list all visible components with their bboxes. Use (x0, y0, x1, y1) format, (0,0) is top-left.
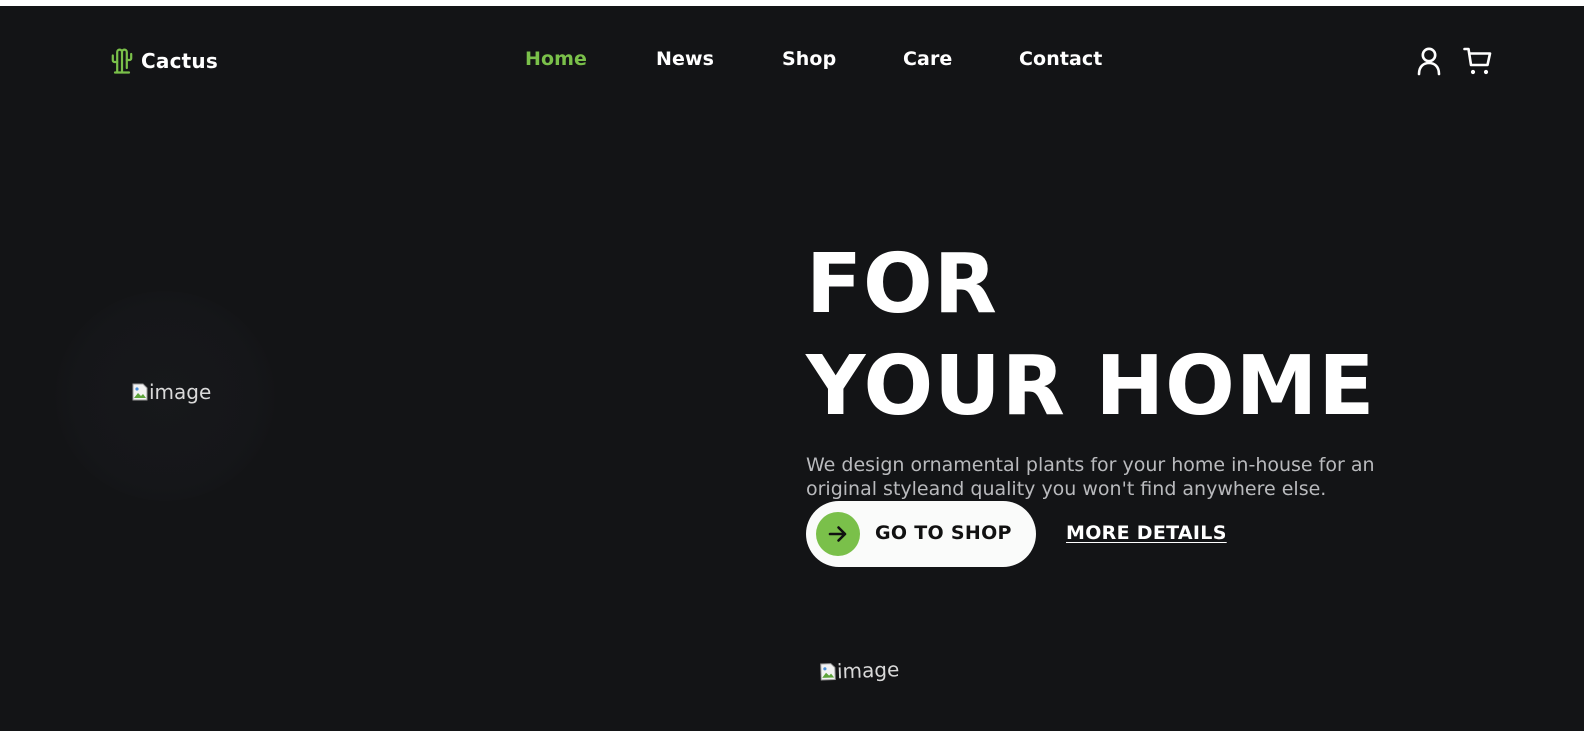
hero-title-line2: YOUR HOME (806, 339, 1376, 434)
brand-logo[interactable]: Cactus (111, 47, 218, 75)
bottom-image: image (820, 657, 900, 684)
broken-image-icon (132, 383, 148, 401)
hero-image: image (132, 380, 211, 404)
arrow-right-icon (828, 526, 847, 542)
broken-image-icon (820, 663, 836, 681)
bottom-image-alt: image (836, 657, 900, 684)
nav-home[interactable]: Home (525, 48, 587, 70)
page: Cactus Home News Shop Care Contact image… (0, 6, 1584, 731)
hero-title: FOR YOUR HOME (806, 234, 1375, 438)
cactus-icon (111, 48, 133, 74)
hero-title-line1: FOR (806, 237, 998, 332)
nav-shop[interactable]: Shop (782, 48, 836, 70)
go-to-shop-button[interactable]: GO TO SHOP (806, 501, 1036, 567)
button-arrow-badge (816, 512, 860, 556)
nav-care[interactable]: Care (903, 48, 952, 70)
nav-news[interactable]: News (656, 48, 714, 70)
user-icon[interactable] (1416, 46, 1442, 76)
hero-description: We design ornamental plants for your hom… (806, 454, 1375, 500)
more-details-link[interactable]: MORE DETAILS (1066, 522, 1227, 544)
go-to-shop-label: GO TO SHOP (875, 522, 1012, 544)
nav-contact[interactable]: Contact (1019, 48, 1102, 70)
cart-icon[interactable] (1463, 46, 1493, 76)
hero-image-alt: image (149, 380, 212, 404)
brand-name: Cactus (141, 49, 218, 73)
